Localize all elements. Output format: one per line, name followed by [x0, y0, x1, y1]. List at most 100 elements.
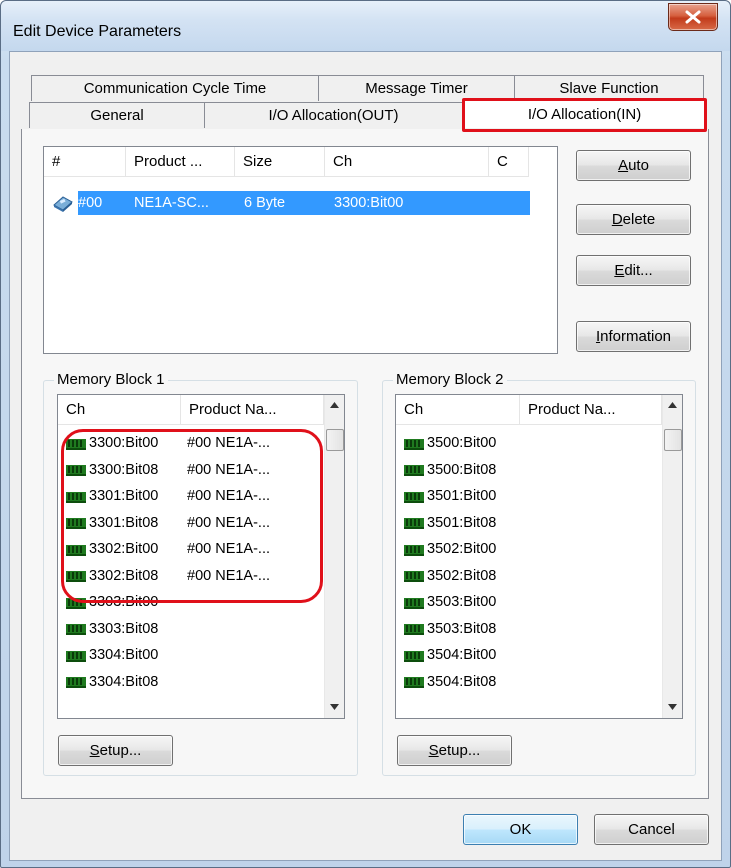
tab-io-allocation-out[interactable]: I/O Allocation(OUT) [204, 102, 463, 128]
memory-row[interactable]: 3301:Bit08 #00 NE1A-... [66, 511, 321, 535]
setup-label-rest: etup... [99, 742, 142, 759]
memory-row-ch: 3500:Bit00 [427, 435, 497, 451]
memory-block-2-header: Ch Product Na... [396, 395, 662, 425]
setup-button-label: Setup... [90, 742, 142, 759]
tab-slave-function[interactable]: Slave Function [514, 75, 704, 101]
scroll-down-arrow-icon[interactable] [663, 697, 682, 717]
auto-label-rest: uto [628, 157, 649, 174]
memory-row-ch: 3300:Bit00 [89, 435, 159, 451]
memory-chip-icon [66, 650, 86, 662]
memory-row[interactable]: 3302:Bit08 #00 NE1A-... [66, 564, 321, 588]
memory-row[interactable]: 3303:Bit00 [66, 590, 321, 614]
memory-block-1-scrollbar[interactable] [324, 395, 344, 718]
memory-row-ch: 3303:Bit00 [89, 594, 159, 610]
column-header-number[interactable]: # [44, 147, 126, 177]
memory-block-1-setup-button[interactable]: Setup... [58, 735, 173, 766]
title-bar[interactable]: Edit Device Parameters [1, 1, 730, 51]
scroll-up-arrow-icon[interactable] [325, 395, 344, 415]
memory-row-ch: 3302:Bit08 [89, 567, 159, 584]
edit-mnemonic: E [614, 262, 625, 279]
column-header-c[interactable]: C [489, 147, 529, 177]
memory-chip-icon [66, 544, 86, 556]
memory-row-ch: 3503:Bit08 [427, 620, 497, 637]
memory-row[interactable]: 3500:Bit00 [404, 431, 659, 455]
device-ch: 3300:Bit00 [334, 195, 404, 211]
memory-row[interactable]: 3502:Bit08 [404, 564, 659, 588]
device-row-selection: #00 NE1A-SC... 6 Byte 3300:Bit00 [78, 191, 530, 215]
edit-button[interactable]: Edit... [576, 255, 691, 286]
column-header-product[interactable]: Product ... [126, 147, 235, 177]
column-header-size[interactable]: Size [235, 147, 325, 177]
memory-row-ch: 3500:Bit08 [427, 461, 497, 478]
column-header-product-name[interactable]: Product Na... [520, 395, 662, 425]
memory-row-product: #00 NE1A-... [187, 435, 271, 451]
device-row[interactable]: #00 NE1A-SC... 6 Byte 3300:Bit00 [48, 191, 530, 215]
memory-chip-icon [404, 597, 424, 609]
memory-row[interactable]: 3300:Bit08 #00 NE1A-... [66, 458, 321, 482]
memory-block-1-list[interactable]: Ch Product Na... 3300:Bit00 #00 NE1A-... 3… [57, 394, 345, 719]
memory-row-product: #00 NE1A-... [187, 541, 271, 557]
memory-row[interactable]: 3504:Bit08 [404, 670, 659, 694]
scroll-down-arrow-icon[interactable] [325, 697, 344, 717]
memory-chip-icon [66, 464, 86, 476]
delete-button[interactable]: Delete [576, 204, 691, 235]
scroll-thumb[interactable] [664, 429, 682, 451]
tab-label: Message Timer [365, 80, 468, 97]
edit-label-rest: dit... [624, 262, 653, 279]
column-header-ch[interactable]: Ch [325, 147, 489, 177]
memory-row[interactable]: 3300:Bit00 #00 NE1A-... [66, 431, 321, 455]
cancel-button[interactable]: Cancel [594, 814, 709, 845]
column-header-ch[interactable]: Ch [58, 395, 181, 425]
memory-row[interactable]: 3504:Bit00 [404, 643, 659, 667]
scroll-up-arrow-icon[interactable] [663, 395, 682, 415]
memory-row-ch: 3303:Bit08 [89, 620, 159, 637]
memory-chip-icon [66, 438, 86, 450]
setup-label-rest: etup... [438, 742, 481, 759]
column-header-product-name[interactable]: Product Na... [181, 395, 324, 425]
memory-row[interactable]: 3304:Bit00 [66, 643, 321, 667]
ok-button[interactable]: OK [463, 814, 578, 845]
memory-row[interactable]: 3304:Bit08 [66, 670, 321, 694]
setup-mnemonic: S [89, 742, 100, 759]
tab-label: Communication Cycle Time [83, 80, 267, 97]
column-header-ch[interactable]: Ch [396, 395, 520, 425]
memory-row[interactable]: 3503:Bit00 [404, 590, 659, 614]
memory-chip-icon [66, 570, 86, 582]
memory-row-ch: 3502:Bit08 [427, 567, 497, 584]
memory-row[interactable]: 3501:Bit08 [404, 511, 659, 535]
device-size: 6 Byte [244, 195, 286, 211]
memory-row-ch: 3304:Bit00 [89, 647, 159, 663]
memory-row[interactable]: 3302:Bit00 #00 NE1A-... [66, 537, 321, 561]
auto-button[interactable]: Auto [576, 150, 691, 181]
device-number: #00 [78, 195, 103, 211]
auto-mnemonic: A [618, 157, 629, 174]
memory-chip-icon [66, 517, 86, 529]
memory-row[interactable]: 3301:Bit00 #00 NE1A-... [66, 484, 321, 508]
tab-message-timer[interactable]: Message Timer [318, 75, 515, 101]
tab-io-allocation-in[interactable]: I/O Allocation(IN) [463, 100, 706, 128]
memory-row-ch: 3502:Bit00 [427, 541, 497, 557]
tab-communication-cycle-time[interactable]: Communication Cycle Time [31, 75, 319, 101]
memory-block-2-list[interactable]: Ch Product Na... 3500:Bit00 3500:Bit08 350… [395, 394, 683, 719]
memory-row[interactable]: 3502:Bit00 [404, 537, 659, 561]
memory-row[interactable]: 3501:Bit00 [404, 484, 659, 508]
delete-button-label: Delete [612, 211, 655, 228]
scroll-thumb[interactable] [326, 429, 344, 451]
delete-label-rest: elete [622, 211, 656, 228]
memory-chip-icon [66, 597, 86, 609]
close-button[interactable] [668, 3, 718, 31]
memory-chip-icon [404, 623, 424, 635]
memory-block-2-scrollbar[interactable] [662, 395, 682, 718]
cancel-button-label: Cancel [628, 821, 675, 838]
device-icon [48, 193, 78, 213]
memory-row[interactable]: 3503:Bit08 [404, 617, 659, 641]
tab-general[interactable]: General [29, 102, 205, 128]
memory-row-ch: 3501:Bit08 [427, 514, 497, 531]
device-list[interactable]: # Product ... Size Ch C #00 NE1A-SC... 6… [43, 146, 558, 354]
window-title: Edit Device Parameters [13, 23, 182, 40]
memory-block-2-setup-button[interactable]: Setup... [397, 735, 512, 766]
memory-row[interactable]: 3500:Bit08 [404, 458, 659, 482]
memory-chip-icon [404, 650, 424, 662]
memory-row[interactable]: 3303:Bit08 [66, 617, 321, 641]
information-button[interactable]: Information [576, 321, 691, 352]
